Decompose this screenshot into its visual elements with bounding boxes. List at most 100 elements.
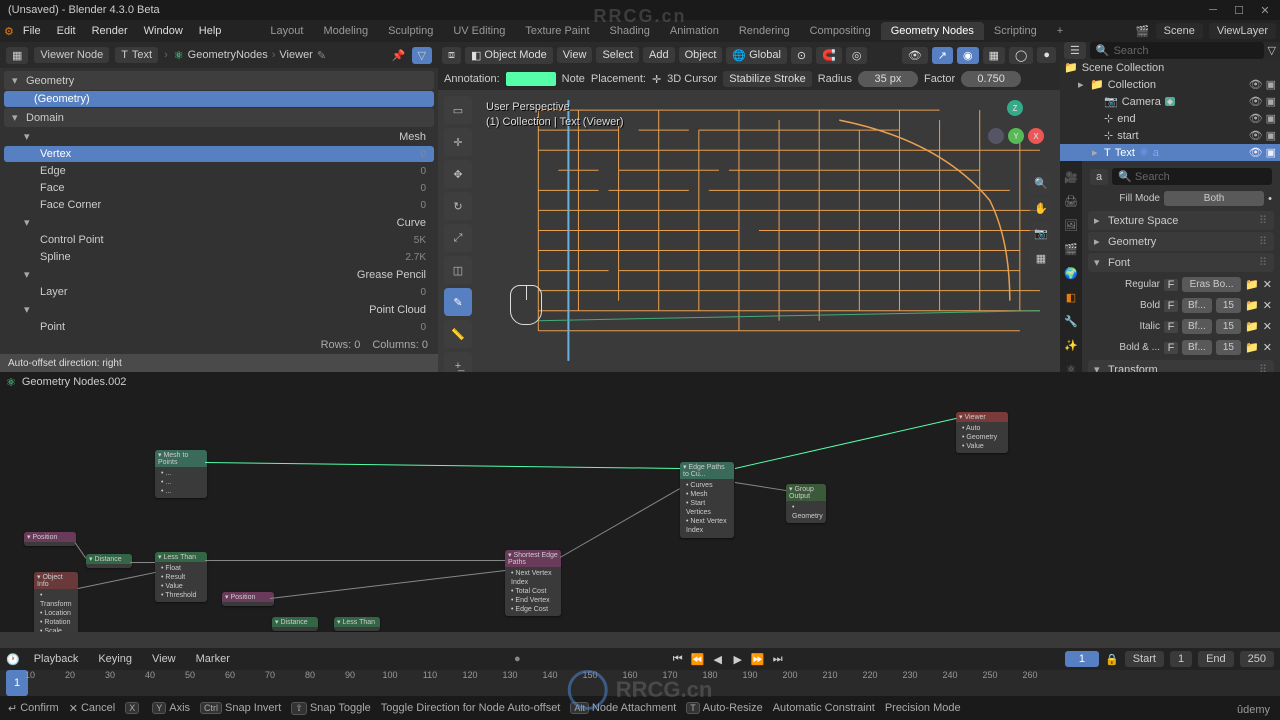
ws-tab-texture-paint[interactable]: Texture Paint xyxy=(515,22,599,40)
ptab-render-icon[interactable]: 🎥 xyxy=(1060,166,1082,188)
minimize-icon[interactable]: ─ xyxy=(1206,3,1220,17)
node-viewer[interactable]: ▾ Viewer• Auto• Geometry• Value xyxy=(956,412,1008,453)
ws-tab-animation[interactable]: Animation xyxy=(660,22,729,40)
view-menu[interactable]: View xyxy=(557,47,593,63)
eye-icon[interactable]: 👁 xyxy=(1249,129,1263,142)
props-type-icon[interactable]: a xyxy=(1090,169,1108,185)
folder-icon[interactable]: 📁 xyxy=(1245,278,1259,291)
maximize-icon[interactable]: ☐ xyxy=(1232,3,1246,17)
ws-tab-geometry-nodes[interactable]: Geometry Nodes xyxy=(881,22,984,40)
tree-section[interactable]: ▾Geometry xyxy=(4,71,434,90)
tree-group[interactable]: ▾ Point Cloud xyxy=(4,301,434,318)
font-bold-icon[interactable]: F xyxy=(1164,342,1178,354)
ptab-modifier-icon[interactable]: 🔧 xyxy=(1060,310,1082,332)
tool-measure-icon[interactable]: 📏 xyxy=(444,320,472,348)
eye-icon[interactable]: 👁 xyxy=(1249,112,1263,125)
x-icon[interactable]: ✕ xyxy=(1263,320,1272,333)
tree-item[interactable]: (Geometry) xyxy=(4,91,434,107)
folder-icon[interactable]: 📁 xyxy=(1245,320,1259,333)
zoom-icon[interactable]: 🔍 xyxy=(1030,172,1052,194)
nav-gizmo[interactable]: Z X Y xyxy=(980,100,1050,170)
orientation[interactable]: 🌐 Global xyxy=(726,47,787,64)
outliner-item[interactable]: 📷Camera ◆👁▣ xyxy=(1060,93,1280,110)
filter-icon[interactable]: ▽ xyxy=(1268,44,1276,57)
radius-value[interactable]: 35 px xyxy=(858,71,918,87)
tree-group[interactable]: ▾ Curve xyxy=(4,214,434,231)
tree-item[interactable]: Face Corner0 xyxy=(4,197,434,213)
play-icon[interactable]: ▶ xyxy=(729,651,747,667)
axis-z-icon[interactable]: Z xyxy=(1007,100,1023,116)
ptab-world-icon[interactable]: 🌍 xyxy=(1060,262,1082,284)
disable-icon[interactable]: ▣ xyxy=(1266,146,1276,159)
tree-item[interactable]: Vertex0 xyxy=(4,146,434,162)
tool-transform-icon[interactable]: ◫ xyxy=(444,256,472,284)
overlays-icon[interactable]: ◉ xyxy=(957,47,979,64)
tool-cursor-icon[interactable]: ✛ xyxy=(444,128,472,156)
axis-neg-icon[interactable] xyxy=(988,128,1004,144)
ptab-output-icon[interactable]: 🖨 xyxy=(1060,190,1082,212)
prop-section[interactable]: ▸Geometry⠿ xyxy=(1088,232,1274,251)
tree-section[interactable]: ▾Domain xyxy=(4,108,434,127)
close-icon[interactable]: ✕ xyxy=(1258,3,1272,17)
outliner-item[interactable]: ⊹end👁▣ xyxy=(1060,110,1280,127)
note-field[interactable]: Note xyxy=(562,73,585,85)
tl-keying[interactable]: Keying xyxy=(92,651,138,667)
font-field[interactable]: Bf... xyxy=(1182,340,1212,355)
disable-icon[interactable]: ▣ xyxy=(1266,129,1276,142)
ws-tab-sculpting[interactable]: Sculpting xyxy=(378,22,443,40)
font-field[interactable]: Bf... xyxy=(1182,319,1212,334)
ws-tab-layout[interactable]: Layout xyxy=(260,22,313,40)
end-frame[interactable]: 250 xyxy=(1240,651,1274,667)
play-rev-icon[interactable]: ◀ xyxy=(709,651,727,667)
axis-y-icon[interactable]: Y xyxy=(1008,128,1024,144)
tool-scale-icon[interactable]: ⤢ xyxy=(444,224,472,252)
menu-edit[interactable]: Edit xyxy=(50,22,83,40)
pivot-icon[interactable]: ⊙ xyxy=(791,47,812,64)
cursor-field[interactable]: 3D Cursor xyxy=(667,73,717,85)
timeline-type-icon[interactable]: 🕐 xyxy=(6,653,20,666)
eye-icon[interactable]: 👁 xyxy=(1249,146,1263,159)
tl-marker[interactable]: Marker xyxy=(190,651,236,667)
data-type[interactable]: T Text xyxy=(115,47,158,63)
node-objinfo[interactable]: ▾ Object Info• Transform• Location• Rota… xyxy=(34,572,78,632)
scene-selector[interactable]: Scene xyxy=(1156,23,1203,39)
font-field[interactable]: Bf... xyxy=(1182,298,1212,313)
tool-add-icon[interactable]: +̲ xyxy=(444,352,472,372)
tool-annotate-icon[interactable]: ✎ xyxy=(444,288,472,316)
mode-selector[interactable]: ◧ Object Mode xyxy=(465,47,553,64)
tool-rotate-icon[interactable]: ↻ xyxy=(444,192,472,220)
camera-view-icon[interactable]: 📷 xyxy=(1030,222,1052,244)
ptab-view-icon[interactable]: 🖼 xyxy=(1060,214,1082,236)
disable-icon[interactable]: ▣ xyxy=(1266,112,1276,125)
proportional-icon[interactable]: ◎ xyxy=(846,47,868,64)
x-icon[interactable]: ✕ xyxy=(1263,278,1272,291)
folder-icon[interactable]: 📁 xyxy=(1245,299,1259,312)
ws-tab-modeling[interactable]: Modeling xyxy=(313,22,378,40)
disable-icon[interactable]: ▣ xyxy=(1266,78,1276,91)
font-bold-icon[interactable]: F xyxy=(1164,321,1178,333)
lock-icon[interactable]: 🔒 xyxy=(1105,653,1119,666)
editor-type-3d-icon[interactable]: ⧈ xyxy=(442,47,461,64)
pin-icon[interactable]: 📌 xyxy=(392,49,406,62)
node-edgepaths[interactable]: ▾ Edge Paths to Cu...• Curves• Mesh• Sta… xyxy=(680,462,734,538)
node-tree-name[interactable]: Geometry Nodes.002 xyxy=(22,376,127,388)
menu-render[interactable]: Render xyxy=(85,22,135,40)
node-distance[interactable]: ▾ Distance xyxy=(86,554,132,568)
jump-start-icon[interactable]: ⏮ xyxy=(669,651,687,667)
prop-section[interactable]: ▸Texture Space⠿ xyxy=(1088,211,1274,230)
visibility-icon[interactable]: 👁 xyxy=(902,47,928,64)
outliner-root[interactable]: 📁Scene Collection xyxy=(1060,59,1280,76)
node-lessthan[interactable]: ▾ Less Than• Float• Result• Value• Thres… xyxy=(155,552,207,602)
tree-item[interactable]: Layer0 xyxy=(4,284,434,300)
node-shortest[interactable]: ▾ Shortest Edge Paths• Next Vertex Index… xyxy=(505,550,561,616)
x-icon[interactable]: ✕ xyxy=(1263,299,1272,312)
tree-item[interactable]: Control Point5K xyxy=(4,232,434,248)
node-position[interactable]: ▾ Position xyxy=(24,532,76,546)
ws-tab-shading[interactable]: Shading xyxy=(600,22,660,40)
ws-add-icon[interactable]: + xyxy=(1047,22,1073,40)
ws-tab-scripting[interactable]: Scripting xyxy=(984,22,1047,40)
ws-tab-compositing[interactable]: Compositing xyxy=(800,22,881,40)
outliner-search[interactable]: 🔍Search xyxy=(1090,42,1264,59)
gizmo-icon[interactable]: ↗ xyxy=(932,47,953,64)
xray-icon[interactable]: ▦ xyxy=(983,47,1005,64)
